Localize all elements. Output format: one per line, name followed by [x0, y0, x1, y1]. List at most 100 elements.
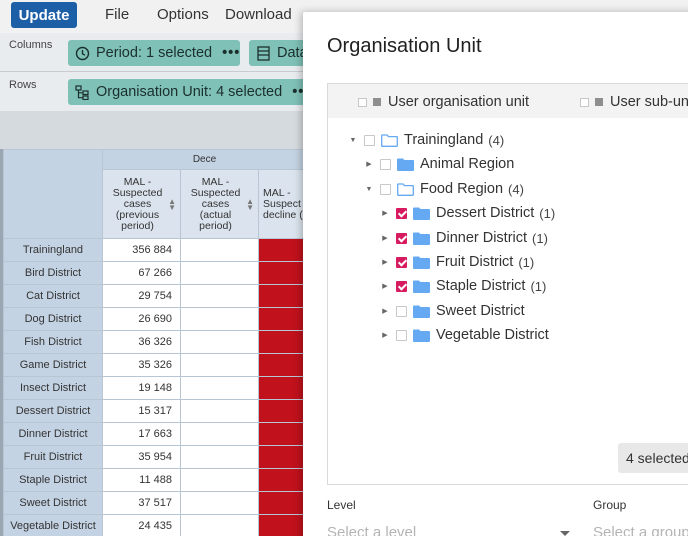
data-chip[interactable]: Data — [249, 40, 309, 66]
chevron-down-icon[interactable] — [560, 531, 570, 536]
tree-item-checkbox[interactable] — [396, 280, 407, 292]
col-header-actual[interactable]: MAL - Suspected cases (actual period) ▲ ▼ — [180, 169, 259, 239]
tree-item-label[interactable]: Dinner District — [436, 230, 527, 246]
decline-cell[interactable] — [258, 514, 307, 536]
tree-item-checkbox[interactable] — [396, 207, 407, 219]
caret-right-icon[interactable]: ▶ — [380, 331, 390, 339]
value-cell[interactable]: 17 663 — [102, 422, 181, 446]
empty-cell[interactable] — [180, 261, 259, 285]
decline-cell[interactable] — [258, 284, 307, 308]
period-chip[interactable]: Period: 1 selected ••• — [68, 40, 240, 66]
empty-cell[interactable] — [180, 238, 259, 262]
tree-item-label[interactable]: Staple District — [436, 278, 525, 294]
user-org-unit-option[interactable]: User organisation unit — [358, 94, 529, 110]
decline-cell[interactable] — [258, 307, 307, 331]
user-sub-unit-checkbox[interactable] — [580, 97, 589, 107]
tree-item[interactable]: ▼ Trainingland (4) — [348, 130, 505, 150]
value-cell[interactable]: 11 488 — [102, 468, 181, 492]
decline-cell[interactable] — [258, 376, 307, 400]
empty-cell[interactable] — [180, 353, 259, 377]
menu-file[interactable]: File — [105, 6, 129, 23]
tree-item-checkbox[interactable] — [364, 134, 375, 146]
menu-options[interactable]: Options — [157, 6, 209, 23]
empty-cell[interactable] — [180, 376, 259, 400]
tree-item-checkbox[interactable] — [396, 256, 407, 268]
tree-item-label[interactable]: Vegetable District — [436, 327, 549, 343]
empty-cell[interactable] — [180, 330, 259, 354]
level-select[interactable]: Select a level — [327, 524, 416, 536]
decline-cell[interactable] — [258, 353, 307, 377]
sort-icon[interactable]: ▲ ▼ — [168, 198, 176, 212]
value-cell[interactable]: 35 954 — [102, 445, 181, 469]
decline-cell[interactable] — [258, 422, 307, 446]
empty-cell[interactable] — [180, 422, 259, 446]
folder-icon — [413, 232, 430, 245]
tree-item-checkbox[interactable] — [396, 329, 407, 341]
tree-item-label[interactable]: Food Region — [420, 181, 503, 197]
value-cell[interactable]: 35 326 — [102, 353, 181, 377]
value-cell[interactable]: 67 266 — [102, 261, 181, 285]
tree-item[interactable]: ▶ Fruit District (1) — [380, 252, 534, 272]
tree-item-checkbox[interactable] — [396, 232, 407, 244]
decline-cell[interactable] — [258, 330, 307, 354]
decline-cell[interactable] — [258, 399, 307, 423]
caret-right-icon[interactable]: ▶ — [364, 160, 374, 168]
tree-item[interactable]: ▶ Dinner District (1) — [380, 228, 548, 248]
tree-item[interactable]: ▶ Vegetable District — [380, 325, 549, 345]
row-header: Dog District — [3, 307, 103, 331]
caret-down-icon[interactable]: ▼ — [364, 186, 374, 193]
decline-cell[interactable] — [258, 261, 307, 285]
tree-item-label[interactable]: Trainingland — [404, 132, 483, 148]
empty-cell[interactable] — [180, 514, 259, 536]
empty-cell[interactable] — [180, 399, 259, 423]
decline-cell[interactable] — [258, 445, 307, 469]
value-cell[interactable]: 37 517 — [102, 491, 181, 515]
user-org-unit-checkbox[interactable] — [358, 97, 367, 107]
value-cell[interactable]: 26 690 — [102, 307, 181, 331]
caret-down-icon[interactable]: ▼ — [348, 137, 358, 144]
tree-item[interactable]: ▶ Animal Region — [364, 154, 514, 174]
menu-download[interactable]: Download — [225, 6, 292, 23]
tree-item-checkbox[interactable] — [396, 305, 407, 317]
tree-item-label[interactable]: Fruit District — [436, 254, 513, 270]
square-icon — [595, 98, 603, 106]
value-cell[interactable]: 29 754 — [102, 284, 181, 308]
tree-item-label[interactable]: Sweet District — [436, 303, 525, 319]
caret-right-icon[interactable]: ▶ — [380, 258, 390, 266]
tree-item-label[interactable]: Dessert District — [436, 205, 534, 221]
empty-cell[interactable] — [180, 445, 259, 469]
value-cell[interactable]: 19 148 — [102, 376, 181, 400]
value-cell[interactable]: 356 884 — [102, 238, 181, 262]
group-select[interactable]: Select a group — [593, 524, 688, 536]
empty-cell[interactable] — [180, 491, 259, 515]
user-sub-unit-option[interactable]: User sub-uni — [580, 94, 688, 110]
sort-icon[interactable]: ▲ ▼ — [246, 198, 254, 212]
decline-cell[interactable] — [258, 468, 307, 492]
value-cell[interactable]: 15 317 — [102, 399, 181, 423]
org-unit-chip[interactable]: Organisation Unit: 4 selected ••• — [68, 79, 309, 105]
tree-item[interactable]: ▼ Food Region (4) — [364, 179, 524, 199]
period-chip-menu-icon[interactable]: ••• — [222, 45, 240, 61]
caret-right-icon[interactable]: ▶ — [380, 282, 390, 290]
value-cell[interactable]: 24 435 — [102, 514, 181, 536]
update-button[interactable]: Update — [11, 2, 77, 28]
decline-cell[interactable] — [258, 491, 307, 515]
empty-cell[interactable] — [180, 307, 259, 331]
decline-cell[interactable] — [258, 238, 307, 262]
caret-right-icon[interactable]: ▶ — [380, 209, 390, 217]
tree-item-checkbox[interactable] — [380, 183, 391, 195]
tree-item[interactable]: ▶ Sweet District — [380, 301, 525, 321]
clock-icon — [75, 46, 90, 61]
empty-cell[interactable] — [180, 284, 259, 308]
col-header-decline[interactable]: MAL - Suspect decline ( — [258, 169, 307, 239]
folder-icon — [413, 305, 430, 318]
empty-cell[interactable] — [180, 468, 259, 492]
caret-right-icon[interactable]: ▶ — [380, 234, 390, 242]
tree-item[interactable]: ▶ Staple District (1) — [380, 276, 546, 296]
tree-item-checkbox[interactable] — [380, 158, 391, 170]
tree-item-label[interactable]: Animal Region — [420, 156, 514, 172]
caret-right-icon[interactable]: ▶ — [380, 307, 390, 315]
col-header-previous[interactable]: MAL - Suspected cases (previous period) … — [102, 169, 181, 239]
tree-item[interactable]: ▶ Dessert District (1) — [380, 203, 555, 223]
value-cell[interactable]: 36 326 — [102, 330, 181, 354]
